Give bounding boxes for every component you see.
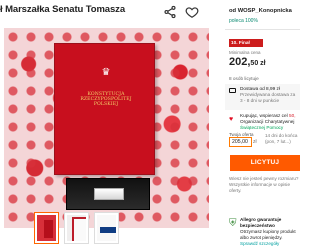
thumbnail-1[interactable] — [35, 213, 58, 243]
currency-unit: zł — [253, 139, 257, 145]
book-cover-title: KONSTYTUCJA RZECZYPOSPOLITEJ POLSKIEJ — [80, 92, 132, 108]
charity-amount: 50, — [288, 113, 296, 118]
price-cents: 50 zł — [250, 60, 266, 67]
heart-icon[interactable] — [185, 5, 199, 19]
charity-line-2: Organizacji Charytatywnej — [240, 119, 295, 124]
offer-note: Wiesz nie jesteś pewny rozmiaru? Wszystk… — [229, 176, 299, 193]
seller-rating[interactable]: poleca 100% — [229, 18, 258, 24]
red-constitution-book: ♛ KONSTYTUCJA RZECZYPOSPOLITEJ POLSKIEJ — [54, 43, 155, 175]
protection-link[interactable]: Sprawdź szczegóły — [240, 241, 279, 246]
black-stand — [66, 178, 150, 210]
thumbnail-3[interactable] — [95, 213, 118, 243]
thumbnail-2[interactable] — [65, 213, 88, 243]
auction-end-info: 14 dni do końca (pon, 7 lut...) — [265, 133, 298, 144]
offer-sidebar: od WOSP_Konopnicka poleca 100% 10. Finał… — [225, 0, 300, 250]
photo-thumbnails — [35, 213, 143, 243]
metal-plaque — [94, 188, 124, 200]
heart-icon: ♥ — [229, 116, 234, 123]
shield-icon: ⛨ — [229, 218, 237, 229]
seller-name[interactable]: od WOSP_Konopnicka — [229, 8, 292, 14]
current-price: 202,50 zł — [229, 56, 266, 68]
truck-icon — [229, 88, 236, 93]
bid-count: 8 osób licytuje — [229, 76, 259, 81]
bid-button[interactable]: LICYTUJ — [230, 155, 300, 171]
share-icon[interactable] — [163, 5, 177, 19]
minimum-price-label: Minimalna cena — [229, 50, 261, 55]
charity-line-1: Kupując, wspierasz cel — [240, 113, 289, 118]
buyer-protection: Allegro gwarantuje bezpieczeństwo Otrzym… — [240, 217, 299, 247]
charity-link[interactable]: Świątecznej Pomocy — [240, 125, 283, 130]
delivery-info[interactable]: Dostawa od 8,99 zł Przewidywana dostawa … — [240, 86, 298, 104]
charity-badge: 10. Finał WOŚP — [229, 39, 263, 53]
eagle-emblem-icon: ♛ — [101, 67, 111, 78]
delivery-detail: Przewidywana dostawa za 3 - 8 dni w punk… — [240, 92, 296, 103]
main-product-photo[interactable]: ♛ KONSTYTUCJA RZECZYPOSPOLITEJ POLSKIEJ — [4, 28, 209, 228]
charity-info: Kupując, wspierasz cel 50, Organizacji C… — [240, 113, 300, 131]
protection-title: Allegro gwarantuje bezpieczeństwo — [240, 217, 282, 228]
offer-input[interactable]: 205,00 — [229, 137, 252, 147]
protection-text: Otrzymasz kupiony produkt albo zwrot pie… — [240, 229, 296, 240]
divider — [225, 29, 300, 30]
offer-title: ł Marszałka Senatu Tomasza — [0, 4, 125, 15]
price-main: 202, — [229, 56, 251, 68]
